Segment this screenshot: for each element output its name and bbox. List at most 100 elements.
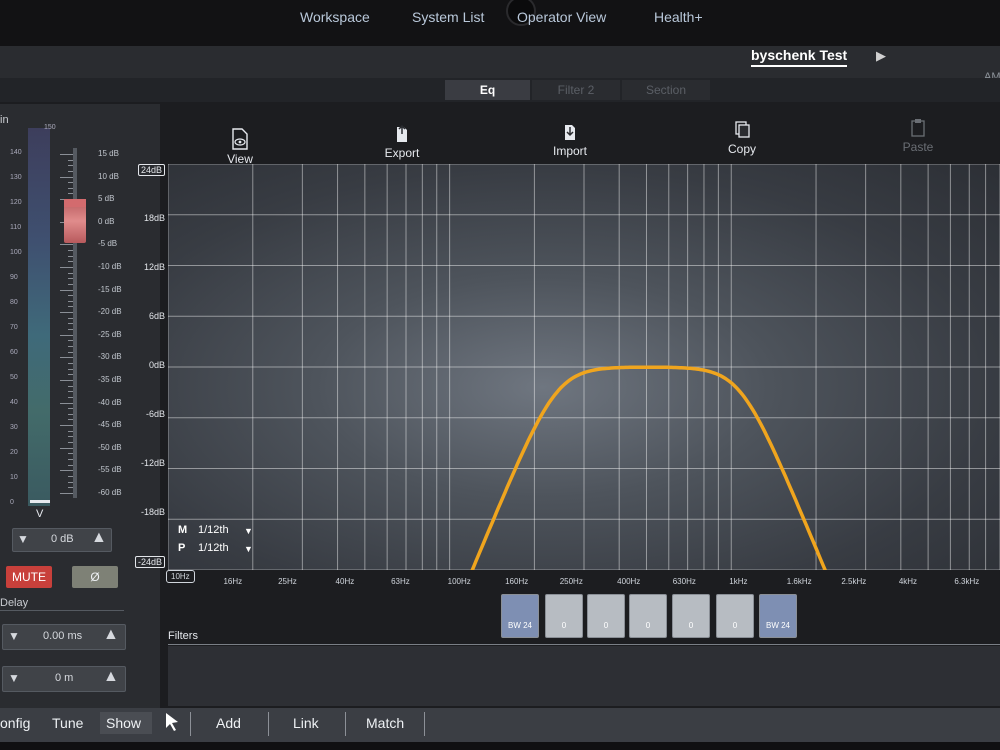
tab-eq[interactable]: Eq bbox=[445, 80, 530, 100]
delay-divider bbox=[0, 610, 124, 611]
paste-button[interactable]: Paste bbox=[898, 118, 938, 154]
filter-peq-button[interactable]: 0 bbox=[629, 594, 667, 638]
db-axis-label: 24dB bbox=[137, 164, 165, 176]
fader-scale-label: -30 dB bbox=[98, 352, 122, 362]
screen-edge bbox=[0, 742, 1000, 750]
nav-byschenk-test[interactable]: byschenk Test bbox=[751, 47, 848, 67]
tab-section[interactable]: Section bbox=[622, 80, 710, 100]
delay-distance-increase-icon[interactable]: ▲ bbox=[103, 668, 119, 686]
delay-time-decrease-icon[interactable]: ▼ bbox=[8, 629, 20, 643]
p-resolution-select[interactable]: 1/12th bbox=[198, 542, 229, 554]
gain-increase-icon[interactable]: ▲ bbox=[91, 529, 107, 547]
db-axis-label: -6dB bbox=[145, 409, 165, 419]
delay-distance-value: 0 m bbox=[55, 672, 74, 684]
tab-tune[interactable]: Tune bbox=[52, 712, 83, 734]
phase-invert-button[interactable]: Ø bbox=[72, 566, 118, 588]
filters-list bbox=[168, 646, 1000, 706]
filter-button-label: 0 bbox=[603, 621, 609, 630]
filter-button-label: BW 24 bbox=[507, 621, 532, 630]
fader-scale-label: -20 dB bbox=[98, 307, 122, 317]
view-icon bbox=[232, 128, 248, 150]
meter-scale-label: 40 bbox=[10, 399, 18, 406]
meter-peak-indicator bbox=[30, 500, 50, 503]
eq-graph-svg bbox=[168, 164, 1000, 570]
fader-scale-label: -25 dB bbox=[98, 329, 122, 339]
fader-scale-label: 0 dB bbox=[98, 216, 115, 226]
paste-label: Paste bbox=[902, 140, 934, 154]
frequency-axis-label: 63Hz bbox=[391, 577, 410, 586]
gain-value: 0 dB bbox=[51, 533, 74, 545]
db-axis-label: -18dB bbox=[140, 507, 165, 517]
gain-stepper[interactable]: ▼ 0 dB ▲ bbox=[12, 528, 112, 552]
fader-scale-label: -35 dB bbox=[98, 375, 122, 384]
delay-distance-stepper[interactable]: ▼ 0 m ▲ bbox=[2, 666, 126, 692]
top-navigation bbox=[0, 46, 1000, 78]
add-button[interactable]: Add bbox=[216, 712, 241, 734]
nav-operator-view[interactable]: Operator View bbox=[517, 9, 606, 25]
panel-title: in bbox=[0, 114, 9, 126]
import-button[interactable]: Import bbox=[548, 122, 592, 158]
filter-lowpass-button[interactable]: BW 24 bbox=[759, 594, 797, 638]
fader-scale-label: -5 dB bbox=[98, 239, 118, 249]
fader-knob-highlight bbox=[64, 199, 86, 207]
frequency-axis-label: 4kHz bbox=[898, 577, 918, 586]
export-button[interactable]: Export bbox=[382, 124, 422, 160]
delay-time-stepper[interactable]: ▼ 0.00 ms ▲ bbox=[2, 624, 126, 650]
delay-distance-decrease-icon[interactable]: ▼ bbox=[8, 671, 20, 685]
fader-scale-label: -40 dB bbox=[98, 397, 122, 407]
import-icon bbox=[565, 125, 575, 140]
db-axis: 24dB 18dB 12dB 6dB 0dB -6dB -12dB -18dB -24dB bbox=[125, 160, 165, 570]
fader-scale-label: -15 dB bbox=[98, 284, 122, 294]
fader-scale-label: -10 dB bbox=[98, 262, 122, 271]
filter-peq-button[interactable]: 0 bbox=[672, 594, 710, 638]
fader-scale-label: 5 dB bbox=[98, 194, 115, 204]
tab-filter-2[interactable]: Filter 2 bbox=[532, 80, 620, 100]
mute-button[interactable]: MUTE bbox=[6, 566, 52, 588]
meter-scale-label: 50 bbox=[10, 374, 18, 381]
view-button[interactable]: View bbox=[222, 128, 258, 166]
meter-scale-label: 120 bbox=[10, 199, 22, 206]
filter-button-label: 0 bbox=[645, 621, 651, 630]
nav-health[interactable]: Health+ bbox=[654, 9, 703, 25]
tab-show[interactable]: Show bbox=[100, 712, 152, 734]
copy-icon bbox=[735, 121, 750, 138]
frequency-axis-label: 1kHz bbox=[729, 577, 748, 586]
export-icon bbox=[397, 124, 407, 142]
filter-button-label: 0 bbox=[688, 621, 694, 630]
nav-system-list[interactable]: System List bbox=[412, 9, 484, 25]
db-axis-label: 12dB bbox=[143, 262, 165, 272]
m-dropdown-icon[interactable]: ▼ bbox=[244, 526, 253, 536]
meter-scale-label: 0 bbox=[10, 499, 14, 506]
m-resolution-select[interactable]: 1/12th bbox=[198, 524, 229, 536]
gain-decrease-icon[interactable]: ▼ bbox=[17, 532, 29, 546]
frequency-axis-label: 2.5kHz bbox=[841, 577, 867, 586]
p-dropdown-icon[interactable]: ▼ bbox=[244, 544, 253, 554]
cursor-arrow-icon[interactable] bbox=[164, 712, 180, 732]
export-label: Export bbox=[384, 146, 420, 160]
frequency-axis-label: 1.6kHz bbox=[786, 577, 812, 586]
copy-button[interactable]: Copy bbox=[722, 120, 762, 156]
tab-config[interactable]: onfig bbox=[0, 712, 30, 734]
filter-peq-button[interactable]: 0 bbox=[716, 594, 754, 638]
nav-forward-icon[interactable]: ▶ bbox=[876, 48, 886, 64]
import-label: Import bbox=[552, 144, 587, 158]
meter-scale-label: 30 bbox=[10, 424, 18, 431]
frequency-axis-label: 160Hz bbox=[505, 577, 529, 586]
match-button[interactable]: Match bbox=[366, 712, 404, 734]
filter-peq-button[interactable]: 0 bbox=[587, 594, 625, 638]
meter-scale-label: 150 bbox=[44, 124, 56, 131]
meter-scale-label: 70 bbox=[10, 324, 18, 331]
meter-scale-label: 140 bbox=[10, 149, 22, 156]
delay-time-increase-icon[interactable]: ▲ bbox=[103, 626, 119, 644]
frequency-axis-label: 400Hz bbox=[617, 577, 641, 586]
link-button[interactable]: Link bbox=[293, 712, 319, 734]
laptop-bezel bbox=[0, 0, 1000, 46]
filters-title: Filters bbox=[168, 630, 198, 642]
filter-peq-button[interactable]: 0 bbox=[545, 594, 583, 638]
filter-highpass-button[interactable]: BW 24 bbox=[501, 594, 539, 638]
frequency-axis-label: 100Hz bbox=[447, 577, 471, 586]
eq-graph[interactable]: M 1/12th ▼ P 1/12th ▼ bbox=[168, 164, 1000, 570]
nav-workspace[interactable]: Workspace bbox=[300, 9, 370, 25]
fader-scale-label: -55 dB bbox=[98, 465, 122, 475]
meter-scale-label: 60 bbox=[10, 349, 18, 356]
